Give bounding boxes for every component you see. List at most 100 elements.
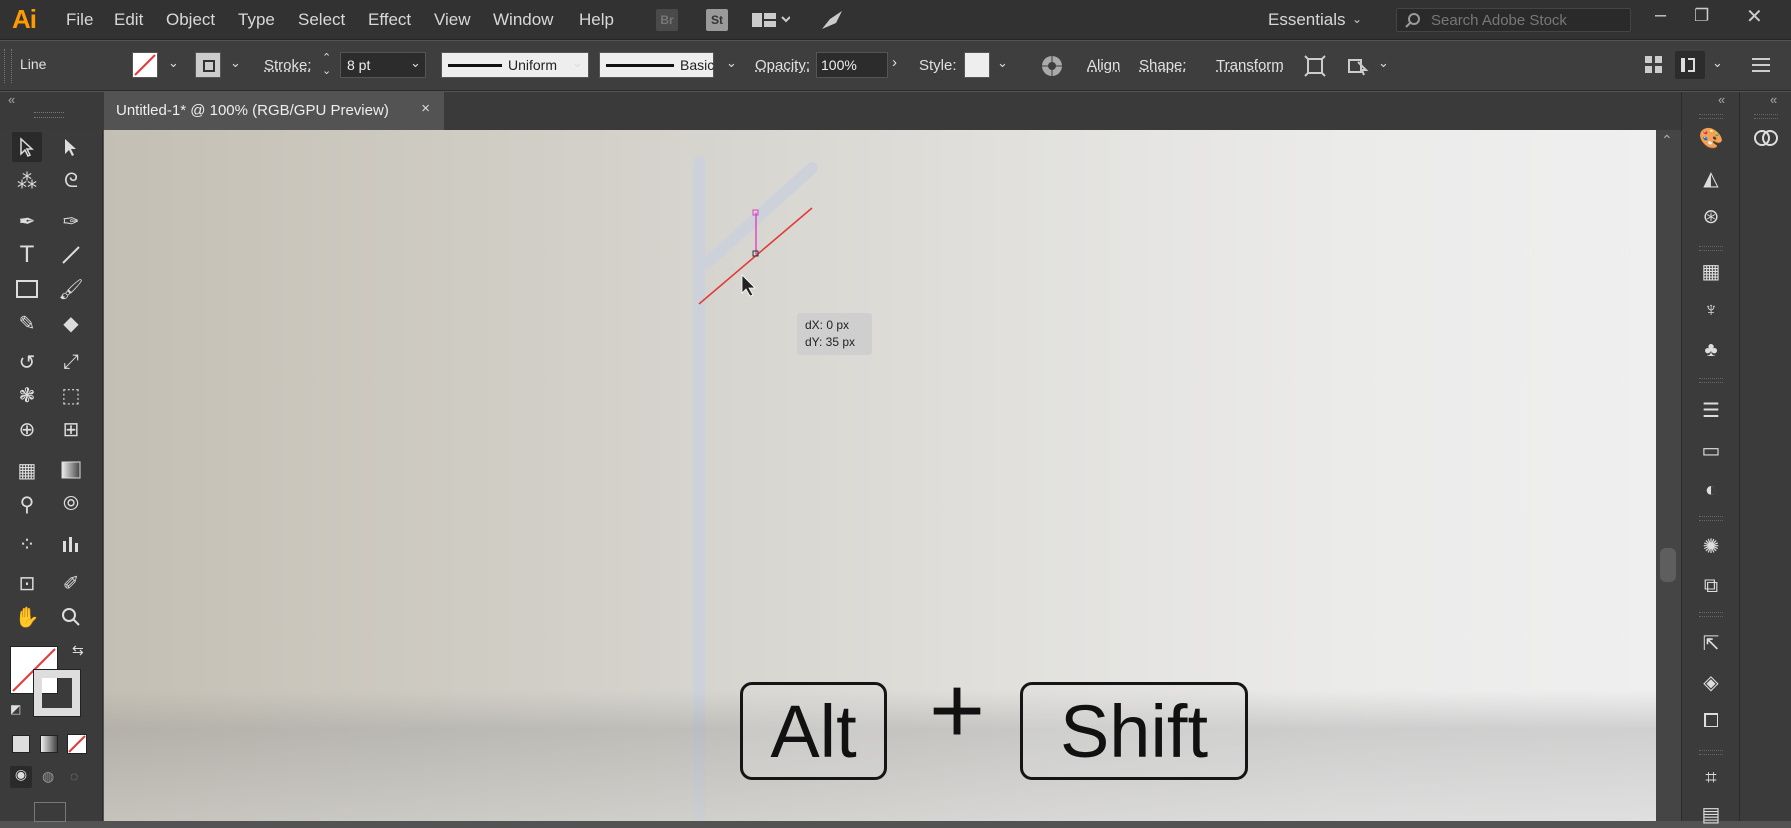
warp-tool-icon[interactable]: ❃ — [12, 380, 42, 410]
chevron-down-icon[interactable]: ⌄ — [1352, 12, 1362, 26]
stroke-indicator[interactable] — [33, 669, 81, 717]
brush-chevron-down-icon[interactable]: ⌄ — [726, 55, 737, 71]
menu-view[interactable]: View — [434, 10, 471, 30]
stroke-swatch[interactable] — [195, 52, 221, 78]
close-tab-icon[interactable]: × — [421, 100, 430, 117]
align-button[interactable]: Align — [1087, 57, 1120, 74]
stock-icon[interactable]: St — [706, 9, 728, 31]
menu-help[interactable]: Help — [579, 10, 614, 30]
symbol-sprayer-tool-icon[interactable]: ⁘ — [12, 529, 42, 559]
type-tool-icon[interactable]: T — [12, 240, 42, 270]
brushes-icon[interactable]: ♆ — [1697, 296, 1725, 324]
menu-select[interactable]: Select — [298, 10, 345, 30]
perspective-grid-tool-icon[interactable]: ⊞ — [56, 414, 86, 444]
export-icon[interactable]: ⇱ — [1697, 629, 1725, 657]
transform-panel-icon[interactable]: ⌗ — [1697, 764, 1725, 792]
blend-tool-icon[interactable]: ⦾ — [56, 489, 86, 519]
fill-chevron-down-icon[interactable]: ⌄ — [168, 55, 179, 71]
vertical-scrollbar[interactable]: ⌃ — [1656, 130, 1681, 821]
select-similar-chevron-down-icon[interactable]: ⌄ — [1378, 55, 1389, 71]
workspace-switcher[interactable]: Essentials — [1268, 10, 1345, 30]
properties-chevron-down-icon[interactable]: ⌄ — [1712, 55, 1723, 71]
gradient-mode-icon[interactable] — [40, 735, 58, 753]
isolate-object-icon[interactable] — [1303, 54, 1327, 83]
color-mode-icon[interactable] — [12, 735, 30, 753]
menu-file[interactable]: File — [66, 10, 93, 30]
opacity-input[interactable]: 100% — [816, 52, 888, 78]
menu-edit[interactable]: Edit — [114, 10, 143, 30]
scale-tool-icon[interactable]: ⤢ — [56, 347, 86, 377]
brush-definition[interactable]: Basic — [599, 52, 714, 78]
draw-inside-icon[interactable]: ◌ — [70, 768, 78, 784]
select-similar-icon[interactable] — [1346, 54, 1370, 83]
eraser-tool-icon[interactable]: ◆ — [56, 308, 86, 338]
mesh-tool-icon[interactable]: ▦ — [12, 455, 42, 485]
line-segment-tool-icon[interactable] — [56, 240, 86, 270]
swatches-icon[interactable]: ▦ — [1697, 257, 1725, 285]
gradient-panel-icon[interactable]: ▭ — [1697, 436, 1725, 464]
menu-object[interactable]: Object — [166, 10, 215, 30]
artboard-canvas[interactable]: dX: 0 px dY: 35 px Alt + Shift — [104, 130, 1656, 821]
gradient-tool-icon[interactable] — [56, 455, 86, 485]
stroke-chevron-down-icon[interactable]: ⌄ — [230, 55, 241, 71]
lasso-tool-icon[interactable]: ᘓ — [56, 166, 86, 196]
hand-tool-icon[interactable]: ✋ — [12, 602, 42, 632]
transparency-icon[interactable]: ◐ — [1697, 476, 1725, 504]
chevron-right-icon[interactable]: › — [892, 54, 897, 71]
recolor-artwork-icon[interactable] — [1040, 54, 1064, 83]
stroke-panel-icon[interactable]: ☰ — [1697, 396, 1725, 424]
draw-normal-icon[interactable]: ◉ — [10, 766, 32, 788]
selection-tool-icon[interactable] — [12, 132, 42, 162]
artboards-icon[interactable]: ⧠ — [1697, 707, 1725, 735]
shape-button[interactable]: Shape: — [1139, 57, 1187, 74]
properties-toggle-icon[interactable] — [1675, 51, 1705, 79]
none-mode-icon[interactable] — [67, 734, 87, 754]
direct-selection-tool-icon[interactable] — [56, 132, 86, 162]
recolor-icon[interactable]: ⊛ — [1697, 202, 1725, 230]
default-fill-stroke-icon[interactable]: ◩ — [10, 702, 21, 716]
swap-fill-stroke-icon[interactable]: ⇆ — [72, 642, 84, 659]
shape-builder-tool-icon[interactable]: ⊕ — [12, 414, 42, 444]
column-graph-tool-icon[interactable] — [56, 529, 86, 559]
transform-button[interactable]: Transform — [1216, 57, 1284, 74]
minimize-icon[interactable]: – — [1655, 4, 1666, 27]
eyedropper-tool-icon[interactable]: ⚲ — [12, 489, 42, 519]
stroke-label[interactable]: Stroke: — [264, 57, 312, 74]
stroke-weight-chevron-down-icon[interactable]: ⌄ — [410, 55, 421, 71]
fill-swatch[interactable] — [132, 52, 158, 78]
opacity-label[interactable]: Opacity: — [755, 57, 810, 74]
dock-grip[interactable] — [1699, 750, 1723, 755]
color-palette-icon[interactable]: 🎨 — [1697, 124, 1725, 152]
scroll-up-icon[interactable]: ⌃ — [1661, 132, 1673, 149]
document-tab[interactable]: Untitled-1* @ 100% (RGB/GPU Preview) × — [104, 92, 444, 130]
style-chevron-down-icon[interactable]: ⌄ — [997, 55, 1008, 71]
toolbar-grip[interactable] — [34, 112, 64, 118]
curvature-tool-icon[interactable]: ✑ — [56, 206, 86, 236]
panels-icon[interactable] — [1645, 56, 1663, 79]
dock-grip[interactable] — [1699, 516, 1723, 521]
symbols-icon[interactable]: ♣ — [1697, 336, 1725, 364]
rectangle-tool-icon[interactable] — [12, 274, 42, 304]
stroke-stepper[interactable]: ⌃ ⌄ — [322, 52, 331, 78]
draw-behind-icon[interactable]: ◍ — [42, 768, 54, 785]
shaper-tool-icon[interactable]: ✎ — [12, 308, 42, 338]
menu-type[interactable]: Type — [238, 10, 275, 30]
dock-grip[interactable] — [1754, 114, 1778, 119]
collapse-dock-icon[interactable]: « — [1770, 92, 1777, 107]
graphic-style-swatch[interactable] — [964, 52, 990, 78]
scrollbar-thumb[interactable] — [1660, 548, 1676, 582]
libraries-icon[interactable] — [1752, 124, 1780, 152]
collapse-toolbar-icon[interactable]: « — [8, 92, 15, 107]
magic-wand-tool-icon[interactable]: ⁂ — [12, 166, 42, 196]
layers-icon[interactable]: ◈ — [1697, 668, 1725, 696]
search-input[interactable]: Search Adobe Stock — [1396, 8, 1631, 32]
rotate-tool-icon[interactable]: ↺ — [12, 347, 42, 377]
dock-grip[interactable] — [1699, 246, 1723, 251]
gpu-performance-icon[interactable] — [820, 9, 844, 36]
slice-tool-icon[interactable]: ✐ — [56, 568, 86, 598]
dock-grip[interactable] — [1699, 378, 1723, 383]
paintbrush-tool-icon[interactable]: 🖌 — [56, 274, 86, 304]
variable-width-profile[interactable]: Uniform — [441, 52, 589, 78]
menu-window[interactable]: Window — [493, 10, 553, 30]
close-icon[interactable]: ✕ — [1746, 4, 1763, 29]
